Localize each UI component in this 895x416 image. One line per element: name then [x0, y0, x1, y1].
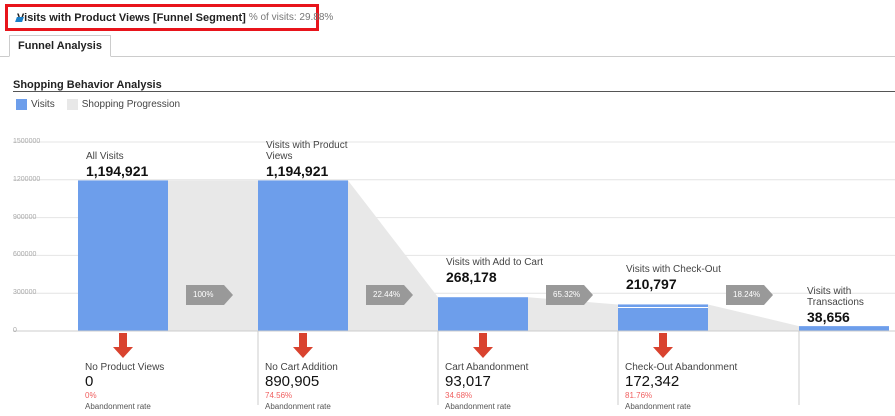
progression-rate-arrow: 100%: [186, 285, 233, 305]
abandonment-rate-label: Abandonment rate: [625, 402, 691, 411]
visits-bar: [258, 180, 348, 331]
stage-value: 38,656: [807, 309, 850, 326]
abandonment-value: 0: [85, 373, 94, 390]
stage-label: Visits with Product Views 1,194,921: [266, 140, 366, 179]
y-tick-label: 300000: [13, 289, 37, 297]
stage-name: Visits with Transactions: [807, 286, 864, 309]
stage-value: 1,194,921: [266, 163, 329, 180]
abandonment-rate: 34.68%: [445, 391, 473, 400]
stage-value: 210,797: [626, 276, 677, 293]
stage-name: Visits with Check-Out: [626, 264, 721, 276]
abandonment-arrow-icon: [293, 333, 313, 358]
y-tick-label: 0: [13, 327, 17, 334]
progression-rate: 18.24%: [733, 290, 761, 299]
abandonment-rate: 0%: [85, 391, 97, 400]
progression-rate: 22.44%: [373, 290, 401, 299]
abandonment-label: No Product Views: [85, 362, 165, 373]
visits-bar: [438, 297, 528, 331]
abandonment-label: Check-Out Abandonment: [625, 362, 738, 373]
abandonment-block: No Cart Addition 890,905 74.56% Abandonment…: [265, 362, 338, 412]
progression-rate-arrow: 22.44%: [366, 285, 413, 305]
abandonment-value: 172,342: [625, 373, 680, 390]
progression-rate: 100%: [193, 290, 214, 299]
abandonment-block: Cart Abandonment 93,017 34.68% Abandonment …: [445, 362, 528, 412]
abandonment-block: Check-Out Abandonment 172,342 81.76% Abando…: [625, 362, 737, 412]
y-tick-label: 1200000: [13, 175, 41, 183]
stage-value: 1,194,921: [86, 163, 149, 180]
stage-name: Visits with Add to Cart: [446, 257, 544, 269]
abandonment-rate: 74.56%: [265, 391, 293, 400]
progression-rate: 65.32%: [553, 290, 581, 299]
progression-band: [168, 180, 258, 331]
progression-rate-arrow: 65.32%: [546, 285, 593, 305]
abandonment-value: 890,905: [265, 373, 320, 390]
stage-name: All Visits: [86, 151, 124, 163]
visits-bar: [78, 180, 168, 331]
abandonment-arrow-icon: [113, 333, 133, 358]
progression-band: [708, 304, 799, 331]
abandonment-arrow-icon: [653, 333, 673, 358]
abandonment-arrow-icon: [473, 333, 493, 358]
abandonment-rate-label: Abandonment rate: [445, 402, 511, 411]
funnel-chart: [13, 141, 895, 405]
y-tick-label: 1500000: [13, 138, 41, 145]
abandonment-rate-label: Abandonment rate: [265, 402, 331, 411]
y-tick-label: 600000: [13, 251, 37, 259]
stage-value: 268,178: [446, 269, 497, 286]
stage-name: Visits with Product Views: [266, 140, 348, 163]
visits-bar: [799, 326, 889, 331]
abandonment-value: 93,017: [445, 373, 491, 390]
progression-rate-arrow: 18.24%: [726, 285, 773, 305]
visits-bar: [618, 304, 708, 331]
abandonment-label: No Cart Addition: [265, 362, 338, 373]
stage-label: Visits with Transactions 38,656: [807, 286, 895, 325]
abandonment-block: No Product Views 0 0% Abandonment rate: [85, 362, 164, 412]
stage-label: Visits with Check-Out 210,797: [626, 264, 726, 292]
stage-label: All Visits 1,194,921: [86, 151, 186, 179]
stage-label: Visits with Add to Cart 268,178: [446, 257, 546, 285]
abandonment-rate: 81.76%: [625, 391, 653, 400]
y-tick-label: 900000: [13, 213, 37, 221]
abandonment-rate-label: Abandonment rate: [85, 402, 151, 411]
abandonment-label: Cart Abandonment: [445, 362, 529, 373]
